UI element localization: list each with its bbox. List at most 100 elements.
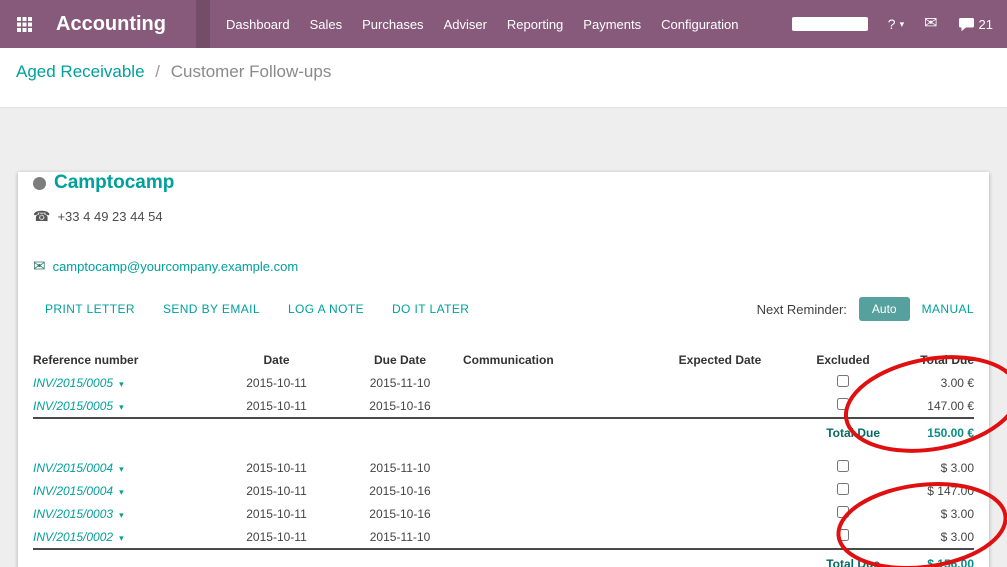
invoice-total-due: $ 3.00: [886, 456, 974, 479]
invoice-ref-cell: INV/2015/0004 ▾: [33, 479, 210, 502]
table-header-row: Reference number Date Due Date Communica…: [33, 349, 974, 371]
next-reminder: Next Reminder: Auto MANUAL: [757, 297, 974, 321]
log-a-note-button[interactable]: LOG A NOTE: [288, 302, 364, 316]
total-row-spacer: [33, 549, 800, 567]
menu-configuration[interactable]: Configuration: [651, 17, 748, 32]
menu-adviser[interactable]: Adviser: [434, 17, 497, 32]
topbar: Accounting Dashboard Sales Purchases Adv…: [0, 0, 1007, 48]
excluded-checkbox[interactable]: [837, 483, 849, 495]
customer-name[interactable]: Camptocamp: [54, 172, 174, 194]
excluded-checkbox[interactable]: [837, 398, 849, 410]
invoice-total-due: $ 147.00: [886, 479, 974, 502]
invoice-date: 2015-10-11: [210, 371, 343, 394]
messages-indicator[interactable]: 21: [958, 17, 993, 32]
topbar-search-input[interactable]: [792, 17, 868, 31]
invoice-total-due: $ 3.00: [886, 525, 974, 549]
invoice-ref-link[interactable]: INV/2015/0004: [33, 484, 113, 498]
chevron-down-icon[interactable]: ▾: [119, 379, 124, 389]
invoice-expected-date: [640, 525, 800, 549]
chevron-down-icon[interactable]: ▾: [119, 464, 124, 474]
print-letter-button[interactable]: PRINT LETTER: [45, 302, 135, 316]
do-it-later-button[interactable]: DO IT LATER: [392, 302, 469, 316]
help-icon: ?: [888, 16, 896, 32]
group-spacer-cell: [33, 447, 974, 456]
help-menu[interactable]: ? ▾: [888, 16, 904, 32]
chevron-down-icon[interactable]: ▾: [119, 533, 124, 543]
caret-down-icon: ▾: [900, 19, 905, 30]
invoice-communication: [457, 394, 640, 418]
header-excluded: Excluded: [800, 349, 886, 371]
invoice-row: INV/2015/0004▾2015-10-112015-11-10$ 3.00: [33, 456, 974, 479]
menu-purchases[interactable]: Purchases: [352, 17, 433, 32]
invoice-due-date: 2015-10-16: [343, 502, 457, 525]
actions-row: PRINT LETTER SEND BY EMAIL LOG A NOTE DO…: [33, 297, 974, 321]
partner-status-icon: [33, 177, 46, 190]
invoice-ref-cell: INV/2015/0002 ▾: [33, 525, 210, 549]
menu-payments[interactable]: Payments: [573, 17, 651, 32]
invoice-date: 2015-10-11: [210, 394, 343, 418]
invoice-ref-link[interactable]: INV/2015/0005: [33, 376, 113, 390]
apps-menu-icon[interactable]: [0, 0, 48, 48]
invoice-row: INV/2015/0004▾2015-10-112015-10-16$ 147.…: [33, 479, 974, 502]
invoice-excluded-cell: [800, 456, 886, 479]
menu-dashboard[interactable]: Dashboard: [216, 17, 300, 32]
invoice-ref-link[interactable]: INV/2015/0005: [33, 399, 113, 413]
invoice-communication: [457, 371, 640, 394]
invoice-communication: [457, 502, 640, 525]
invoice-total-due: 3.00 €: [886, 371, 974, 394]
invoice-row: INV/2015/0002▾2015-10-112015-11-10$ 3.00: [33, 525, 974, 549]
reminder-manual-button[interactable]: MANUAL: [922, 302, 974, 316]
invoice-due-date: 2015-11-10: [343, 456, 457, 479]
topbar-right: ? ▾ ✉ 21: [792, 16, 993, 32]
excluded-checkbox[interactable]: [837, 375, 849, 387]
total-due-label: Total Due: [800, 418, 886, 447]
invoice-communication: [457, 479, 640, 502]
invoice-expected-date: [640, 394, 800, 418]
customer-header: Camptocamp: [33, 172, 974, 194]
invoice-ref-link[interactable]: INV/2015/0004: [33, 461, 113, 475]
invoice-due-date: 2015-10-16: [343, 394, 457, 418]
invoice-expected-date: [640, 479, 800, 502]
screen: Accounting Dashboard Sales Purchases Adv…: [0, 0, 1007, 567]
breadcrumb: Aged Receivable / Customer Follow-ups: [16, 62, 991, 82]
menu-reporting[interactable]: Reporting: [497, 17, 573, 32]
excluded-checkbox[interactable]: [837, 529, 849, 541]
total-due-row: Total Due150.00 €: [33, 418, 974, 447]
email-icon[interactable]: ✉: [924, 16, 937, 32]
top-menu: Dashboard Sales Purchases Adviser Report…: [216, 17, 748, 32]
customer-email-link[interactable]: camptocamp@yourcompany.example.com: [53, 259, 299, 274]
invoice-row: INV/2015/0005 ▾ 2015-10-112015-11-10 3.00 €: [33, 371, 974, 394]
send-by-email-button[interactable]: SEND BY EMAIL: [163, 302, 260, 316]
excluded-checkbox[interactable]: [837, 506, 849, 518]
reminder-auto-button[interactable]: Auto: [859, 297, 910, 321]
invoice-row: INV/2015/0005▾2015-10-112015-10-16147.00…: [33, 394, 974, 418]
invoice-excluded-cell: [800, 371, 886, 394]
invoice-ref-link[interactable]: INV/2015/0002: [33, 530, 113, 544]
invoice-communication: [457, 525, 640, 549]
invoice-ref-link[interactable]: INV/2015/0003: [33, 507, 113, 521]
invoice-due-date: 2015-11-10: [343, 371, 457, 394]
breadcrumb-current: Customer Follow-ups: [171, 62, 332, 81]
header-date: Date: [210, 349, 343, 371]
total-due-label: Total Due: [800, 549, 886, 567]
header-due-date: Due Date: [343, 349, 457, 371]
followup-table-body: INV/2015/0005▾2015-10-112015-11-103.00 €…: [33, 371, 974, 567]
email-line: ✉ camptocamp@yourcompany.example.com: [33, 257, 974, 275]
chevron-down-icon[interactable]: ▾: [119, 510, 124, 520]
header-communication: Communication: [457, 349, 640, 371]
invoice-row: INV/2015/0003▾2015-10-112015-10-16$ 3.00: [33, 502, 974, 525]
app-title[interactable]: Accounting: [56, 13, 166, 36]
invoice-excluded-cell: [800, 525, 886, 549]
header-expected-date: Expected Date: [640, 349, 800, 371]
excluded-checkbox[interactable]: [837, 460, 849, 472]
invoice-date: 2015-10-11: [210, 525, 343, 549]
breadcrumb-separator: /: [155, 62, 160, 81]
followup-table: Reference number Date Due Date Communica…: [33, 349, 974, 567]
chevron-down-icon[interactable]: ▾: [119, 402, 124, 412]
breadcrumb-aged-receivable[interactable]: Aged Receivable: [16, 62, 145, 81]
phone-icon: ☎: [33, 208, 50, 225]
chevron-down-icon[interactable]: ▾: [119, 487, 124, 497]
menu-sales[interactable]: Sales: [300, 17, 353, 32]
invoice-excluded-cell: [800, 394, 886, 418]
invoice-expected-date: [640, 456, 800, 479]
